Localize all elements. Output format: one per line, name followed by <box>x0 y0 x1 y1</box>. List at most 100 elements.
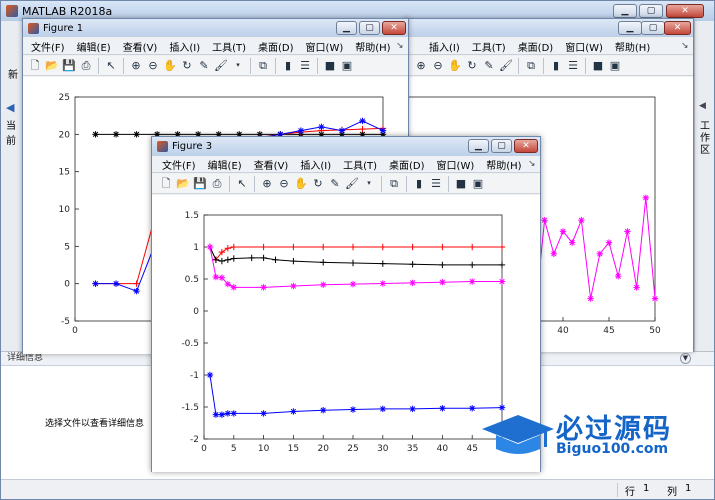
link-plot-icon[interactable]: ⧉ <box>255 58 271 74</box>
toolbar-separator <box>275 57 276 74</box>
menu-file[interactable]: 文件(F) <box>156 157 202 172</box>
pointer-icon[interactable]: ↖ <box>234 176 250 192</box>
rotate-icon[interactable]: ↻ <box>310 176 326 192</box>
menu-file[interactable]: 文件(F) <box>25 39 71 54</box>
zoom-out-icon[interactable]: ⊖ <box>145 58 161 74</box>
figure-2-menu-dock-arrow-icon[interactable]: ↘ <box>681 41 689 51</box>
brush-icon[interactable]: 🖌 <box>498 58 514 74</box>
menu-tools[interactable]: 工具(T) <box>206 39 252 54</box>
figure-1-close-button[interactable]: ✕ <box>382 21 406 35</box>
open-folder-icon[interactable]: 📂 <box>44 58 60 74</box>
data-cursor-icon[interactable]: ✎ <box>481 58 497 74</box>
save-icon[interactable]: 💾 <box>61 58 77 74</box>
menu-help[interactable]: 帮助(H) <box>349 39 396 54</box>
back-arrow-icon[interactable]: ◀ <box>6 101 14 114</box>
pan-hand-icon[interactable]: ✋ <box>293 176 309 192</box>
fig2-menu-help[interactable]: 帮助(H) <box>609 39 656 54</box>
menu-insert[interactable]: 插入(I) <box>163 39 206 54</box>
figure-3-maximize-button[interactable]: ▢ <box>491 139 512 153</box>
dock-icon[interactable]: ▣ <box>339 58 355 74</box>
save-icon[interactable]: 💾 <box>192 176 208 192</box>
fig2-menu-insert[interactable]: 插入(I) <box>423 39 466 54</box>
main-maximize-button[interactable]: ▢ <box>639 4 663 18</box>
figure3-series-black-point-5 <box>248 254 255 262</box>
figure3-series-black-point-6 <box>260 254 267 262</box>
dock-icon[interactable]: ▣ <box>607 58 623 74</box>
data-cursor-icon[interactable]: ✎ <box>327 176 343 192</box>
figure3-series-blue-point-11 <box>439 405 446 412</box>
figure-2-minimize-button[interactable]: ▁ <box>618 21 642 35</box>
menu-edit[interactable]: 编辑(E) <box>71 39 117 54</box>
open-folder-icon[interactable]: 📂 <box>175 176 191 192</box>
toolbar-separator <box>123 57 124 74</box>
zoom-in-icon[interactable]: ⊕ <box>413 58 429 74</box>
new-file-icon[interactable]: 🗋 <box>158 176 174 192</box>
pan-hand-icon[interactable]: ✋ <box>162 58 178 74</box>
print-icon[interactable]: ⎙ <box>78 58 94 74</box>
menu-desktop[interactable]: 桌面(D) <box>383 157 431 172</box>
menu-view[interactable]: 查看(V) <box>117 39 164 54</box>
main-minimize-button[interactable]: ▁ <box>613 4 637 18</box>
details-collapse-icon[interactable]: ▼ <box>680 353 691 364</box>
colorbar-icon[interactable]: ▮ <box>280 58 296 74</box>
x-tick-label: 35 <box>407 444 418 454</box>
figure-1-menubar: 文件(F) 编辑(E) 查看(V) 插入(I) 工具(T) 桌面(D) 窗口(W… <box>23 39 408 55</box>
brush-dropdown-icon[interactable]: ▾ <box>361 176 377 192</box>
menu-window[interactable]: 窗口(W) <box>300 39 350 54</box>
link-plot-icon[interactable]: ⧉ <box>523 58 539 74</box>
link-plot-icon[interactable]: ⧉ <box>386 176 402 192</box>
figure-3-menu-dock-arrow-icon[interactable]: ↘ <box>528 159 536 169</box>
figure-1-minimize-button[interactable]: ▁ <box>336 21 357 35</box>
menu-view[interactable]: 查看(V) <box>248 157 295 172</box>
rotate-icon[interactable]: ↻ <box>464 58 480 74</box>
hide-tools-icon[interactable]: ■ <box>322 58 338 74</box>
x-tick-label: 10 <box>258 444 270 454</box>
figure-1-maximize-button[interactable]: ▢ <box>359 21 380 35</box>
figure3-series-black-point-8 <box>290 257 297 265</box>
figure-3-minimize-button[interactable]: ▁ <box>468 139 489 153</box>
menu-window[interactable]: 窗口(W) <box>431 157 481 172</box>
zoom-in-icon[interactable]: ⊕ <box>259 176 275 192</box>
brush-icon[interactable]: 🖌 <box>344 176 360 192</box>
menu-insert[interactable]: 插入(I) <box>294 157 337 172</box>
figure-3-close-button[interactable]: ✕ <box>514 139 538 153</box>
figure3-series-blue-point-5 <box>260 410 267 417</box>
zoom-in-icon[interactable]: ⊕ <box>128 58 144 74</box>
pointer-icon[interactable]: ↖ <box>103 58 119 74</box>
dock-icon[interactable]: ▣ <box>470 176 486 192</box>
figure-1-menu-dock-arrow-icon[interactable]: ↘ <box>396 41 404 51</box>
colorbar-icon[interactable]: ▮ <box>411 176 427 192</box>
hide-tools-icon[interactable]: ■ <box>590 58 606 74</box>
menu-tools[interactable]: 工具(T) <box>337 157 383 172</box>
figure-2-maximize-button[interactable]: ▢ <box>641 21 665 35</box>
figure2-series-magenta-point-6 <box>550 250 557 257</box>
figure3-series-black-point-14 <box>469 261 476 269</box>
pan-hand-icon[interactable]: ✋ <box>447 58 463 74</box>
legend-icon[interactable]: ☰ <box>297 58 313 74</box>
fig2-menu-tools[interactable]: 工具(T) <box>466 39 512 54</box>
hide-tools-icon[interactable]: ■ <box>453 176 469 192</box>
fig2-menu-desktop[interactable]: 桌面(D) <box>512 39 560 54</box>
menu-help[interactable]: 帮助(H) <box>480 157 527 172</box>
menu-edit[interactable]: 编辑(E) <box>202 157 248 172</box>
zoom-out-icon[interactable]: ⊖ <box>430 58 446 74</box>
workspace-tab[interactable]: 工作区 <box>700 121 710 157</box>
fig2-menu-window[interactable]: 窗口(W) <box>559 39 609 54</box>
workspace-collapse-icon[interactable]: ◀ <box>699 101 706 111</box>
figure3-series-red-point-11 <box>439 243 446 251</box>
legend-icon[interactable]: ☰ <box>565 58 581 74</box>
figure3-series-blue-point-4 <box>230 410 237 417</box>
brush-icon[interactable]: 🖌 <box>213 58 229 74</box>
rotate-icon[interactable]: ↻ <box>179 58 195 74</box>
figure-2-close-button[interactable]: ✕ <box>664 21 691 35</box>
zoom-out-icon[interactable]: ⊖ <box>276 176 292 192</box>
main-close-button[interactable]: ✕ <box>666 4 704 18</box>
colorbar-icon[interactable]: ▮ <box>548 58 564 74</box>
brush-dropdown-icon[interactable]: ▾ <box>230 58 246 74</box>
figure2-series-magenta-point-8 <box>569 239 576 246</box>
print-icon[interactable]: ⎙ <box>209 176 225 192</box>
new-file-icon[interactable]: 🗋 <box>27 58 43 74</box>
data-cursor-icon[interactable]: ✎ <box>196 58 212 74</box>
menu-desktop[interactable]: 桌面(D) <box>252 39 300 54</box>
legend-icon[interactable]: ☰ <box>428 176 444 192</box>
